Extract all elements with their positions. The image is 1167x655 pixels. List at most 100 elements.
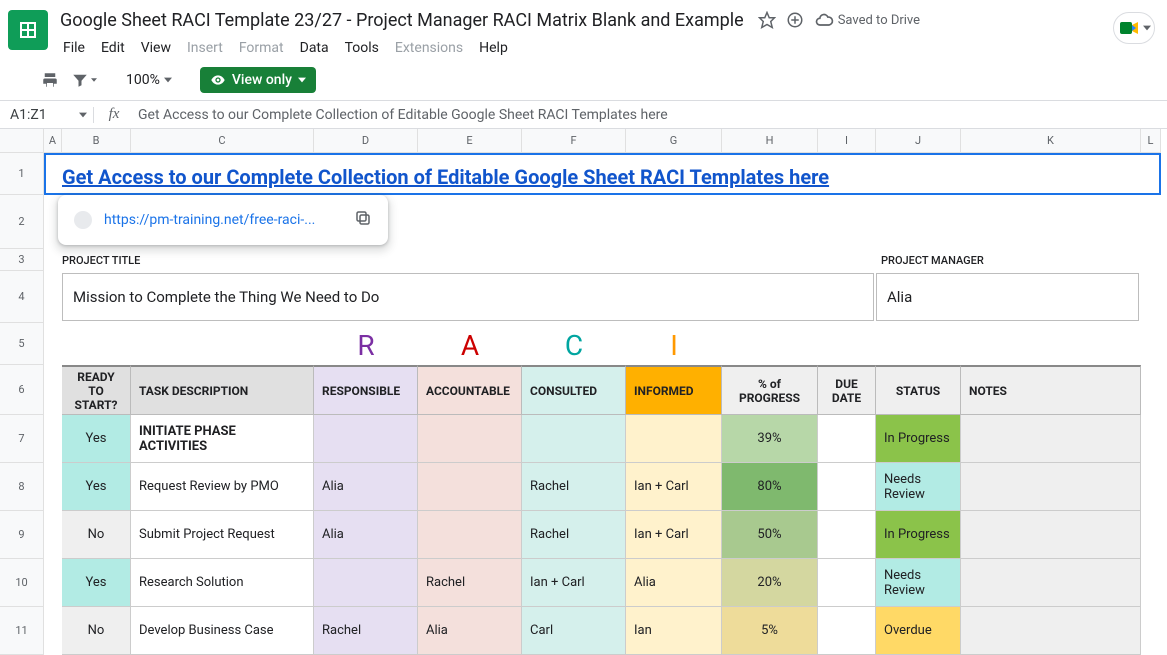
cell-r11-due[interactable]: [818, 607, 876, 655]
cell-r10-acc[interactable]: Rachel: [418, 559, 522, 607]
cell-r11-resp[interactable]: Rachel: [314, 607, 418, 655]
cell-r7-notes[interactable]: [961, 415, 1141, 463]
view-only-button[interactable]: View only: [200, 67, 316, 93]
row-header-8[interactable]: 8: [0, 463, 44, 511]
col-header-L[interactable]: L: [1141, 129, 1161, 153]
cell-r11-prog[interactable]: 5%: [722, 607, 818, 655]
menu-tools[interactable]: Tools: [338, 36, 386, 60]
col-header-D[interactable]: D: [314, 129, 418, 153]
cell-r11-acc[interactable]: Alia: [418, 607, 522, 655]
cell-r7-cons[interactable]: [522, 415, 626, 463]
cell-r11-desc[interactable]: Develop Business Case: [131, 607, 314, 655]
cell-r7-inf[interactable]: [626, 415, 722, 463]
cell-r8-due[interactable]: [818, 463, 876, 511]
row-header-7[interactable]: 7: [0, 415, 44, 463]
cell-r8-prog[interactable]: 80%: [722, 463, 818, 511]
cell-r7-ready[interactable]: Yes: [62, 415, 131, 463]
col-header-I[interactable]: I: [818, 129, 876, 153]
col-header-K[interactable]: K: [961, 129, 1141, 153]
col-header-J[interactable]: J: [876, 129, 961, 153]
print-icon[interactable]: [36, 66, 64, 94]
row-header-9[interactable]: 9: [0, 511, 44, 559]
project-title-input[interactable]: Mission to Complete the Thing We Need to…: [62, 273, 874, 321]
row-header-11[interactable]: 11: [0, 607, 44, 655]
cell-r9-due[interactable]: [818, 511, 876, 559]
header-resp: RESPONSIBLE: [314, 365, 418, 415]
cell-r11-notes[interactable]: [961, 607, 1141, 655]
sheets-logo-icon[interactable]: [8, 10, 48, 50]
cell-r11-cons[interactable]: Carl: [522, 607, 626, 655]
row-header-4[interactable]: 4: [0, 271, 44, 323]
cell-r11-status[interactable]: Overdue: [876, 607, 961, 655]
cell-r10-status[interactable]: Needs Review: [876, 559, 961, 607]
cell-r9-inf[interactable]: Ian + Carl: [626, 511, 722, 559]
col-header-G[interactable]: G: [626, 129, 722, 153]
copy-link-icon[interactable]: [354, 209, 372, 231]
cell-r7-due[interactable]: [818, 415, 876, 463]
menu-file[interactable]: File: [56, 36, 92, 60]
cell-r8-inf[interactable]: Ian + Carl: [626, 463, 722, 511]
move-icon[interactable]: [786, 11, 804, 29]
cell-r7-desc[interactable]: INITIATE PHASE ACTIVITIES: [131, 415, 314, 463]
select-all-corner[interactable]: [0, 129, 44, 153]
col-header-E[interactable]: E: [418, 129, 522, 153]
cells-area[interactable]: Get Access to our Complete Collection of…: [44, 153, 1167, 655]
cell-r9-acc[interactable]: [418, 511, 522, 559]
cell-r8-desc[interactable]: Request Review by PMO: [131, 463, 314, 511]
col-header-F[interactable]: F: [522, 129, 626, 153]
cell-r7-prog[interactable]: 39%: [722, 415, 818, 463]
row-header-5[interactable]: 5: [0, 323, 44, 365]
col-header-C[interactable]: C: [131, 129, 314, 153]
cell-r9-resp[interactable]: Alia: [314, 511, 418, 559]
cell-r8-cons[interactable]: Rachel: [522, 463, 626, 511]
cell-r8-status[interactable]: Needs Review: [876, 463, 961, 511]
access-link[interactable]: Get Access to our Complete Collection of…: [62, 157, 829, 189]
star-icon[interactable]: [758, 11, 776, 29]
cell-r8-ready[interactable]: Yes: [62, 463, 131, 511]
cell-r9-status[interactable]: In Progress: [876, 511, 961, 559]
col-header-B[interactable]: B: [62, 129, 131, 153]
cell-r10-prog[interactable]: 20%: [722, 559, 818, 607]
cell-r9-ready[interactable]: No: [62, 511, 131, 559]
cloud-status[interactable]: Saved to Drive: [814, 10, 920, 30]
zoom-dropdown[interactable]: 100%: [120, 72, 178, 88]
cell-r10-desc[interactable]: Research Solution: [131, 559, 314, 607]
row-header-10[interactable]: 10: [0, 559, 44, 607]
name-box[interactable]: A1:Z1: [0, 107, 94, 123]
row-header-1[interactable]: 1: [0, 153, 44, 195]
formula-input[interactable]: Get Access to our Complete Collection of…: [134, 107, 1167, 123]
cell-r9-cons[interactable]: Rachel: [522, 511, 626, 559]
meet-button[interactable]: [1113, 12, 1155, 44]
cell-r8-acc[interactable]: [418, 463, 522, 511]
menu-view[interactable]: View: [134, 36, 178, 60]
row-header-3[interactable]: 3: [0, 249, 44, 271]
cell-r10-cons[interactable]: Ian + Carl: [522, 559, 626, 607]
cell-r10-ready[interactable]: Yes: [62, 559, 131, 607]
header-desc: TASK DESCRIPTION: [131, 365, 314, 415]
row-header-2[interactable]: 2: [0, 195, 44, 249]
link-preview-url[interactable]: https://pm-training.net/free-raci-...: [104, 212, 342, 228]
col-header-H[interactable]: H: [722, 129, 818, 153]
cell-r10-notes[interactable]: [961, 559, 1141, 607]
cell-r7-acc[interactable]: [418, 415, 522, 463]
menu-help[interactable]: Help: [472, 36, 515, 60]
cell-r7-status[interactable]: In Progress: [876, 415, 961, 463]
cell-r9-notes[interactable]: [961, 511, 1141, 559]
menu-data[interactable]: Data: [293, 36, 336, 60]
cell-r8-resp[interactable]: Alia: [314, 463, 418, 511]
cell-r8-notes[interactable]: [961, 463, 1141, 511]
cell-r9-prog[interactable]: 50%: [722, 511, 818, 559]
cell-r11-ready[interactable]: No: [62, 607, 131, 655]
cell-r10-inf[interactable]: Alia: [626, 559, 722, 607]
cell-r10-resp[interactable]: [314, 559, 418, 607]
project-manager-input[interactable]: Alia: [876, 273, 1139, 321]
col-header-A[interactable]: A: [44, 129, 62, 153]
cell-r7-resp[interactable]: [314, 415, 418, 463]
filter-icon[interactable]: [70, 66, 98, 94]
menu-edit[interactable]: Edit: [94, 36, 132, 60]
cell-r11-inf[interactable]: Ian: [626, 607, 722, 655]
row-header-6[interactable]: 6: [0, 365, 44, 415]
cell-r9-desc[interactable]: Submit Project Request: [131, 511, 314, 559]
document-title[interactable]: Google Sheet RACI Template 23/27 - Proje…: [56, 8, 748, 33]
cell-r10-due[interactable]: [818, 559, 876, 607]
